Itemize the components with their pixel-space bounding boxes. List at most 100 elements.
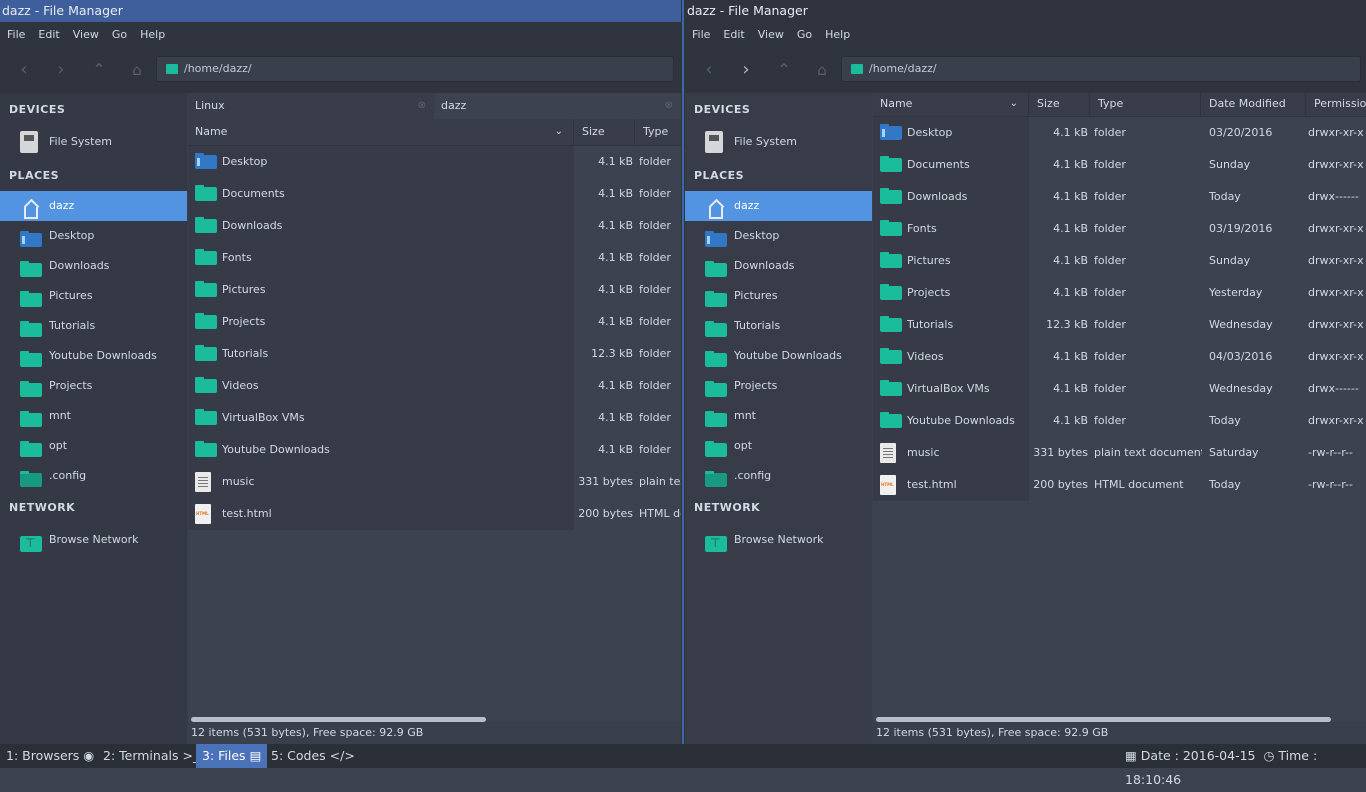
sidebar-item-file-system[interactable]: File System [0,125,187,159]
column-type[interactable]: Type [636,119,681,145]
sidebar-item-mnt[interactable]: mnt [685,401,872,431]
forward-arrow-icon[interactable]: › [735,59,757,81]
location-bar[interactable]: /home/dazz/ [156,56,674,82]
file-row[interactable]: test.html 200 bytes HTML dc [188,498,681,530]
sidebar-item-config[interactable]: .config [0,461,187,491]
column-permission[interactable]: Permission [1307,93,1366,116]
file-date: 04/03/2016 [1209,350,1273,363]
menu-help[interactable]: Help [825,28,850,41]
close-tab-icon[interactable]: ⊗ [665,93,673,119]
back-arrow-icon[interactable]: ‹ [698,59,720,81]
devices-heading: DEVICES [694,103,751,116]
sidebar-item-desktop[interactable]: Desktop [0,221,187,251]
forward-arrow-icon[interactable]: › [50,59,72,81]
menu-file[interactable]: File [692,28,710,41]
sidebar-item-tutorials[interactable]: Tutorials [685,311,872,341]
sidebar-item-desktop[interactable]: Desktop [685,221,872,251]
file-row[interactable]: Tutorials 12.3 kB folder Wednesday drwxr-xr-… [873,309,1366,341]
file-row[interactable]: music 331 bytes plain text [188,466,681,498]
workspace-codes[interactable]: 5: Codes </> [265,744,361,768]
menu-file[interactable]: File [7,28,25,41]
file-row[interactable]: Pictures 4.1 kB folder Sunday drwxr-xr-x [873,245,1366,277]
up-arrow-icon[interactable]: ⌃ [88,59,110,81]
file-row[interactable]: Projects 4.1 kB folder [188,306,681,338]
file-row[interactable]: Pictures 4.1 kB folder [188,274,681,306]
location-path: /home/dazz/ [869,62,937,75]
file-row[interactable]: test.html 200 bytes HTML document Today -rw-… [873,469,1366,501]
file-type: folder [1094,318,1126,331]
menu-go[interactable]: Go [797,28,812,41]
home-nav-icon[interactable]: ⌂ [126,59,148,81]
sidebar-item-downloads[interactable]: Downloads [685,251,872,281]
tab-dazz[interactable]: dazz ⊗ [434,93,681,119]
sidebar-item-config[interactable]: .config [685,461,872,491]
sidebar-item-mnt[interactable]: mnt [0,401,187,431]
sidebar-item-browse-network[interactable]: Browse Network [0,523,187,557]
sidebar-item-file-system[interactable]: File System [685,125,872,159]
file-row[interactable]: Downloads 4.1 kB folder [188,210,681,242]
column-date-modified[interactable]: Date Modified [1202,93,1306,116]
workspace-terminals[interactable]: 2: Terminals >_ [97,744,205,768]
column-name[interactable]: Name ⌄ [188,119,574,145]
menu-help[interactable]: Help [140,28,165,41]
file-size: 200 bytes [1033,478,1088,491]
folder-icon [195,281,217,300]
column-size[interactable]: Size [575,119,635,145]
back-arrow-icon[interactable]: ‹ [13,59,35,81]
menu-go[interactable]: Go [112,28,127,41]
home-nav-icon[interactable]: ⌂ [811,59,833,81]
workspace-files[interactable]: 3: Files ▤ [196,744,268,768]
file-row[interactable]: VirtualBox VMs 4.1 kB folder [188,402,681,434]
file-row[interactable]: Documents 4.1 kB folder Sunday drwxr-xr-x [873,149,1366,181]
sidebar-item-youtube-downloads[interactable]: Youtube Downloads [0,341,187,371]
file-row[interactable]: Desktop 4.1 kB folder 03/20/2016 drwxr-xr-x [873,117,1366,149]
close-tab-icon[interactable]: ⊗ [418,93,426,119]
file-row[interactable]: Youtube Downloads 4.1 kB folder [188,434,681,466]
menu-edit[interactable]: Edit [723,28,744,41]
up-arrow-icon[interactable]: ⌃ [773,59,795,81]
file-row[interactable]: Projects 4.1 kB folder Yesterday drwxr-xr-x [873,277,1366,309]
sidebar-item-opt[interactable]: opt [685,431,872,461]
column-label: Type [643,125,669,138]
sidebar-item-pictures[interactable]: Pictures [0,281,187,311]
sidebar-item-opt[interactable]: opt [0,431,187,461]
sidebar-item-label: File System [49,135,112,148]
sidebar-item-label: .config [734,469,772,482]
file-row[interactable]: music 331 bytes plain text document Saturda… [873,437,1366,469]
file-row[interactable]: Youtube Downloads 4.1 kB folder Today drwxr-… [873,405,1366,437]
file-row[interactable]: Videos 4.1 kB folder 04/03/2016 drwxr-xr-x [873,341,1366,373]
menu-edit[interactable]: Edit [38,28,59,41]
file-date: Today [1209,478,1241,491]
file-row[interactable]: Documents 4.1 kB folder [188,178,681,210]
file-row[interactable]: Videos 4.1 kB folder [188,370,681,402]
left-window-titlebar[interactable]: dazz - File Manager [0,0,681,22]
file-row[interactable]: Fonts 4.1 kB folder 03/19/2016 drwxr-xr-x [873,213,1366,245]
sidebar-item-tutorials[interactable]: Tutorials [0,311,187,341]
sidebar-item-pictures[interactable]: Pictures [685,281,872,311]
sidebar-item-projects[interactable]: Projects [0,371,187,401]
file-row[interactable]: Tutorials 12.3 kB folder [188,338,681,370]
menu-view[interactable]: View [758,28,784,41]
time-value: 18:10:46 [1125,772,1182,787]
file-size: 4.1 kB [598,443,633,456]
tab-linux[interactable]: Linux ⊗ [188,93,434,119]
sidebar-item-dazz[interactable]: dazz [685,191,872,221]
sidebar-item-downloads[interactable]: Downloads [0,251,187,281]
file-permission: -rw-r--r-- [1308,478,1353,491]
location-bar[interactable]: /home/dazz/ [841,56,1361,82]
file-row[interactable]: Desktop 4.1 kB folder [188,146,681,178]
menu-view[interactable]: View [73,28,99,41]
right-window-titlebar[interactable]: dazz - File Manager [685,0,1366,22]
file-row[interactable]: Downloads 4.1 kB folder Today drwx------ [873,181,1366,213]
column-size[interactable]: Size [1030,93,1090,116]
column-type[interactable]: Type [1091,93,1201,116]
file-size: 4.1 kB [598,251,633,264]
file-row[interactable]: Fonts 4.1 kB folder [188,242,681,274]
sidebar-item-browse-network[interactable]: Browse Network [685,523,872,557]
column-name[interactable]: Name ⌄ [873,93,1029,116]
sidebar-item-projects[interactable]: Projects [685,371,872,401]
file-row[interactable]: VirtualBox VMs 4.1 kB folder Wednesday drwx-… [873,373,1366,405]
workspace-browsers[interactable]: 1: Browsers ◉ [0,744,100,768]
sidebar-item-youtube-downloads[interactable]: Youtube Downloads [685,341,872,371]
sidebar-item-dazz[interactable]: dazz [0,191,187,221]
